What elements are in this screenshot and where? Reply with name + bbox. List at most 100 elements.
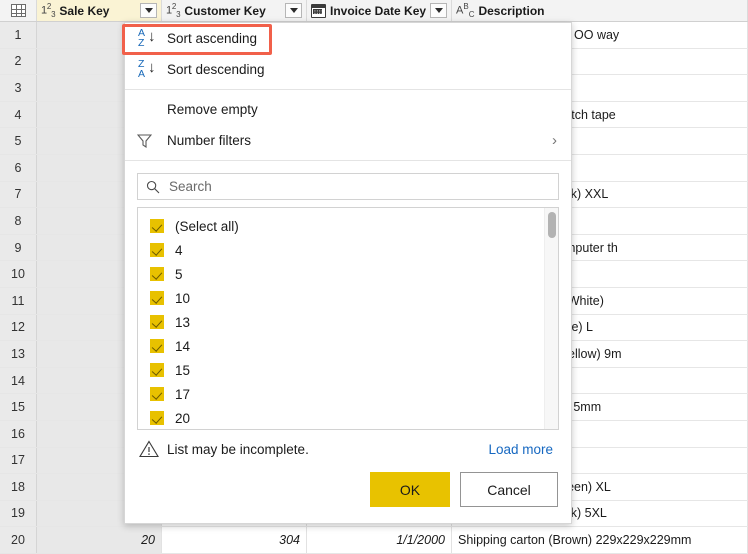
list-item-label: 13 bbox=[175, 314, 191, 330]
menu-item-sort-ascending[interactable]: A Z ↓ Sort ascending bbox=[125, 23, 571, 54]
table-row[interactable]: 20 20 304 1/1/2000 Shipping carton (Brown) 2… bbox=[0, 527, 748, 554]
list-item-label: 15 bbox=[175, 362, 191, 378]
list-item-label: 10 bbox=[175, 290, 191, 306]
list-item[interactable]: 5 bbox=[138, 262, 544, 286]
menu-item-label: Remove empty bbox=[167, 102, 258, 117]
number-type-icon: 123 bbox=[41, 2, 56, 19]
list-item[interactable]: 13 bbox=[138, 310, 544, 334]
list-item[interactable]: 14 bbox=[138, 334, 544, 358]
menu-divider bbox=[125, 89, 571, 90]
column-header-label: Customer Key bbox=[184, 3, 266, 18]
column-header-invoice-date-key[interactable]: Invoice Date Key bbox=[307, 0, 452, 21]
checkbox-checked-icon[interactable] bbox=[150, 219, 164, 233]
cell-sale-key[interactable]: 20 bbox=[37, 527, 162, 553]
column-header-customer-key[interactable]: 123 Customer Key bbox=[162, 0, 307, 21]
grid-header-row: 123 Sale Key 123 Customer Key Invoice Da… bbox=[0, 0, 748, 22]
menu-item-label: Sort descending bbox=[167, 62, 265, 77]
incomplete-label: List may be incomplete. bbox=[167, 441, 309, 457]
checkbox-checked-icon[interactable] bbox=[150, 411, 164, 425]
row-number[interactable]: 17 bbox=[0, 447, 37, 474]
checkbox-checked-icon[interactable] bbox=[150, 387, 164, 401]
row-number[interactable]: 6 bbox=[0, 154, 37, 181]
list-item[interactable]: 17 bbox=[138, 382, 544, 406]
row-number[interactable]: 20 bbox=[0, 527, 37, 553]
filter-button-customer-key[interactable] bbox=[285, 3, 302, 18]
select-all-grid-icon bbox=[10, 4, 26, 17]
checkbox-checked-icon[interactable] bbox=[150, 315, 164, 329]
row-number[interactable]: 19 bbox=[0, 500, 37, 527]
cell-customer-key[interactable]: 304 bbox=[162, 527, 307, 553]
funnel-icon bbox=[137, 133, 167, 148]
scrollbar-thumb[interactable] bbox=[548, 212, 556, 238]
row-number[interactable]: 18 bbox=[0, 474, 37, 500]
chevron-down-icon bbox=[144, 8, 153, 13]
checkbox-checked-icon[interactable] bbox=[150, 267, 164, 281]
value-list-scrollbar[interactable] bbox=[544, 208, 558, 430]
chevron-down-icon bbox=[289, 8, 298, 13]
menu-item-label: Number filters bbox=[167, 133, 252, 148]
menu-item-sort-descending[interactable]: Z A ↓ Sort descending bbox=[125, 54, 571, 85]
menu-item-label: Sort ascending bbox=[167, 31, 258, 46]
row-number[interactable]: 8 bbox=[0, 208, 37, 234]
search-icon bbox=[146, 180, 160, 194]
menu-divider bbox=[125, 160, 571, 161]
menu-item-remove-empty[interactable]: Remove empty bbox=[125, 94, 571, 125]
select-all-corner-button[interactable] bbox=[0, 0, 37, 21]
value-list-container: (Select all) 4 5 10 13 14 15 17 20 bbox=[137, 207, 559, 431]
cancel-button[interactable]: Cancel bbox=[460, 472, 558, 508]
row-number[interactable]: 10 bbox=[0, 261, 37, 287]
column-header-label: Description bbox=[478, 3, 545, 18]
column-header-description[interactable]: ABC Description bbox=[452, 0, 748, 21]
list-item[interactable]: (Select all) bbox=[138, 214, 544, 238]
list-item[interactable]: 10 bbox=[138, 286, 544, 310]
list-item[interactable]: 15 bbox=[138, 358, 544, 382]
chevron-down-icon bbox=[434, 8, 443, 13]
row-number[interactable]: 12 bbox=[0, 314, 37, 341]
load-more-link[interactable]: Load more bbox=[488, 442, 559, 457]
cell-description[interactable]: Shipping carton (Brown) 229x229x229mm bbox=[452, 527, 748, 553]
dialog-buttons: OK Cancel bbox=[125, 458, 571, 523]
calendar-icon bbox=[311, 3, 326, 18]
sort-ascending-icon: A Z ↓ bbox=[138, 26, 156, 49]
checkbox-checked-icon[interactable] bbox=[150, 363, 164, 377]
list-item-label: 14 bbox=[175, 338, 191, 354]
menu-item-number-filters[interactable]: Number filters › bbox=[125, 125, 571, 156]
column-header-label: Sale Key bbox=[59, 3, 110, 18]
text-type-icon: ABC bbox=[456, 2, 475, 19]
list-item-label: 17 bbox=[175, 386, 191, 402]
checkbox-checked-icon[interactable] bbox=[150, 339, 164, 353]
search-box[interactable] bbox=[137, 173, 559, 200]
filter-button-sale-key[interactable] bbox=[140, 3, 157, 18]
checkbox-checked-icon[interactable] bbox=[150, 243, 164, 257]
row-number[interactable]: 16 bbox=[0, 420, 37, 447]
list-item-label: 4 bbox=[175, 242, 183, 258]
row-number[interactable]: 5 bbox=[0, 128, 37, 154]
ok-button[interactable]: OK bbox=[370, 472, 450, 508]
sort-descending-icon: Z A ↓ bbox=[138, 57, 156, 80]
column-header-label: Invoice Date Key bbox=[330, 3, 426, 18]
search-input[interactable] bbox=[167, 178, 550, 195]
row-number[interactable]: 11 bbox=[0, 287, 37, 314]
row-number[interactable]: 1 bbox=[0, 22, 37, 48]
row-number[interactable]: 2 bbox=[0, 48, 37, 75]
row-number[interactable]: 3 bbox=[0, 75, 37, 101]
warning-icon bbox=[139, 440, 159, 458]
row-number[interactable]: 9 bbox=[0, 234, 37, 261]
list-item-label: 5 bbox=[175, 266, 183, 282]
row-number[interactable]: 7 bbox=[0, 181, 37, 208]
list-item-label: (Select all) bbox=[175, 218, 239, 234]
number-type-icon: 123 bbox=[166, 2, 181, 19]
list-item-label: 20 bbox=[175, 410, 191, 426]
row-number[interactable]: 13 bbox=[0, 341, 37, 367]
cell-invoice-date-key[interactable]: 1/1/2000 bbox=[307, 527, 452, 553]
row-number[interactable]: 14 bbox=[0, 367, 37, 394]
list-item[interactable]: 20 bbox=[138, 406, 544, 429]
checkbox-checked-icon[interactable] bbox=[150, 291, 164, 305]
list-item[interactable]: 4 bbox=[138, 238, 544, 262]
filter-button-invoice-date-key[interactable] bbox=[430, 3, 447, 18]
value-list: (Select all) 4 5 10 13 14 15 17 20 bbox=[138, 208, 544, 429]
row-number[interactable]: 4 bbox=[0, 101, 37, 128]
power-query-editor: 123 Sale Key 123 Customer Key Invoice Da… bbox=[0, 0, 748, 554]
column-header-sale-key[interactable]: 123 Sale Key bbox=[37, 0, 162, 21]
row-number[interactable]: 15 bbox=[0, 394, 37, 420]
